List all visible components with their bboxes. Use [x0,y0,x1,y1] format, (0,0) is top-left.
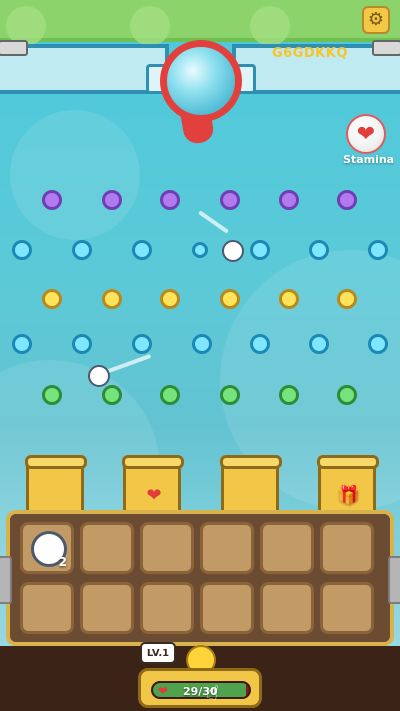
inventory-grid: 2 [0,510,400,646]
hand-pointer-icon: ☝ [204,679,221,705]
bucket-3 [220,455,282,514]
peg [72,240,92,260]
grid-slot[interactable] [80,522,134,574]
grid-slot[interactable] [80,582,134,634]
peg [220,385,240,405]
peg [102,289,122,309]
peg [337,190,357,210]
energy-panel[interactable]: ❤ 29/30 [138,668,262,708]
bucket-lip [220,455,282,469]
peg [368,240,388,260]
grid-slot[interactable] [140,522,194,574]
panel-handle-right [388,556,400,604]
peg [192,334,212,354]
peg [309,334,329,354]
peg [160,289,180,309]
decor-bubble [130,6,170,46]
game-scene: ⚙ G6GDKKQ ❤ Stamina ❤ 🎁 2 LV.1 ❤ 29/30 ☝ [0,0,400,711]
stamina-button[interactable]: ❤ [346,114,386,154]
peg [220,190,240,210]
peg [279,289,299,309]
peg [250,334,270,354]
mystery-box-icon: 🎁 [337,484,361,506]
peg [12,334,32,354]
gear-icon: ⚙ [367,9,385,30]
grid-slot[interactable] [140,582,194,634]
peg [132,334,152,354]
grid-slot[interactable] [200,582,254,634]
peg [132,240,152,260]
peg [160,190,180,210]
peg [102,385,122,405]
grid-slot[interactable] [260,582,314,634]
bucket-4: 🎁 [317,455,379,514]
peg [220,289,240,309]
peg [160,385,180,405]
grid-slot[interactable] [260,522,314,574]
launcher-bubble[interactable] [160,40,242,122]
peg [42,385,62,405]
peg [72,334,92,354]
bucket-1 [25,455,87,514]
ball-trail [198,210,229,234]
pipe-cap-right [372,40,400,56]
top-strip: ⚙ [0,0,400,46]
peg [192,242,208,258]
slot-count: 2 [58,555,67,569]
bucket-2: ❤ [122,455,184,514]
grid-slot[interactable] [320,522,374,574]
stamina-label: Stamina [343,153,395,166]
bucket-lip [25,455,87,469]
heart-icon: ❤ [356,121,376,147]
bouncing-ball [88,365,110,387]
peg [42,190,62,210]
peg [279,190,299,210]
bouncing-ball [222,240,244,262]
grid-slot[interactable] [320,582,374,634]
background-shape [10,110,140,240]
bucket-lip [317,455,379,469]
pipe-cap-left [0,40,28,56]
heart-icon: ❤ [157,684,169,698]
player-code: G6GDKKQ [272,46,348,61]
bucket-lip [122,455,184,469]
peg [337,385,357,405]
peg [279,385,299,405]
panel-handle-left [0,556,12,604]
peg [337,289,357,309]
peg [42,289,62,309]
grid-slot[interactable] [200,522,254,574]
peg [309,240,329,260]
peg [102,190,122,210]
settings-button[interactable]: ⚙ [362,6,390,34]
decor-bubble [250,6,290,46]
peg [12,240,32,260]
peg [250,240,270,260]
grid-slot[interactable]: 2 [20,522,74,574]
peg [368,334,388,354]
heart-icon: ❤ [146,484,162,506]
grid-slot[interactable] [20,582,74,634]
ball-trail [104,353,152,375]
level-badge: LV.1 [140,642,176,664]
